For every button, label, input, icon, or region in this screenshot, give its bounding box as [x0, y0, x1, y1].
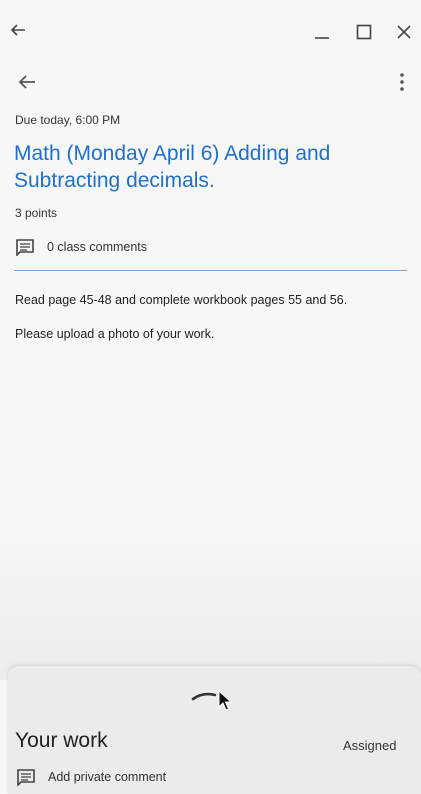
class-comments-label: 0 class comments [47, 240, 148, 254]
description-line: Read page 45-48 and complete workbook pa… [15, 293, 348, 307]
drag-handle-icon[interactable] [191, 691, 221, 701]
comment-icon [17, 769, 35, 786]
classroom-window: Due today, 6:00 PM Math (Monday April 6)… [0, 0, 421, 794]
divider [14, 270, 407, 271]
assignment-title: Math (Monday April 6) Adding and Subtrac… [14, 142, 331, 192]
more-vert-icon[interactable] [392, 70, 412, 94]
points-value: 3 points [15, 206, 58, 220]
status-badge: Assigned [343, 738, 397, 753]
back-arrow-icon[interactable] [15, 70, 39, 94]
your-work-title: Your work [15, 729, 108, 752]
class-comments-link[interactable]: 0 class comments [15, 236, 147, 258]
content-fade [0, 520, 421, 680]
maximize-icon[interactable] [354, 22, 374, 42]
add-private-comment-button[interactable]: Add private comment [16, 766, 166, 788]
due-date: Due today, 6:00 PM [15, 113, 121, 127]
minimize-icon[interactable] [312, 22, 332, 42]
back-arrow-icon[interactable] [8, 20, 28, 40]
close-icon[interactable] [394, 22, 414, 42]
window-title-bar [0, 0, 421, 62]
private-comment-label: Add private comment [48, 770, 167, 784]
mouse-cursor-icon [218, 690, 232, 711]
your-work-sheet[interactable]: Your work Assigned Add private comment [8, 666, 421, 794]
description-line: Please upload a photo of your work. [15, 327, 215, 341]
comment-icon [16, 239, 34, 256]
